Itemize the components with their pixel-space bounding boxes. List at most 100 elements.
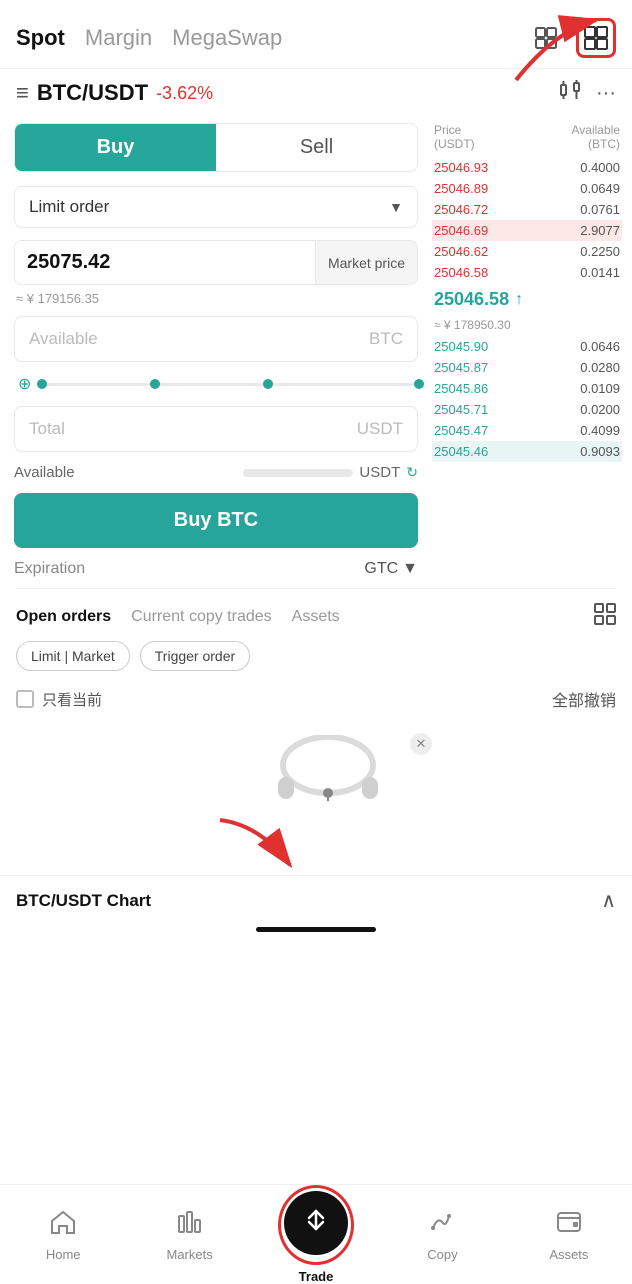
nav-home-label: Home	[46, 1247, 81, 1262]
sell-order-row[interactable]: 25046.89 0.0649	[432, 178, 622, 199]
orderbook-header: Price (USDT) Available (BTC)	[432, 123, 622, 151]
bottom-nav: Home Markets Trade	[0, 1184, 632, 1284]
slider-track[interactable]	[37, 383, 414, 386]
buy-amount-3: 0.0109	[580, 381, 620, 396]
tab-copy-trades[interactable]: Current copy trades	[131, 608, 272, 626]
trade-border	[278, 1185, 354, 1265]
gtc-value: GTC	[364, 560, 398, 578]
tab-open-orders[interactable]: Open orders	[16, 608, 111, 626]
buy-price-4: 25045.71	[434, 402, 488, 417]
home-icon	[49, 1208, 77, 1243]
sell-price-5: 25046.62	[434, 244, 488, 259]
mid-price-approx: ≈ ¥ 178950.30	[432, 316, 622, 336]
available-usdt-row: Available USDT ↻	[14, 464, 418, 481]
filter-tab-limit-market[interactable]: Limit | Market	[16, 641, 130, 671]
sell-price-1: 25046.93	[434, 160, 488, 175]
buy-order-row[interactable]: 25045.87 0.0280	[432, 357, 622, 378]
buy-amount-5: 0.4099	[580, 423, 620, 438]
more-icon[interactable]: ···	[596, 82, 616, 105]
sell-order-row-highlighted[interactable]: 25046.69 2.9077	[432, 220, 622, 241]
nav-markets[interactable]: Markets	[126, 1198, 252, 1272]
buy-sell-tabs: Buy Sell	[14, 123, 418, 172]
buy-btc-button[interactable]: Buy BTC	[14, 493, 418, 548]
sell-order-row[interactable]: 25046.62 0.2250	[432, 241, 622, 262]
left-panel: Buy Sell Limit order ▼ Market price ≈ ¥ …	[0, 123, 432, 578]
right-panel: Price (USDT) Available (BTC) 25046.93 0.…	[432, 123, 632, 578]
grid-icon-button[interactable]	[576, 18, 616, 58]
sell-order-row[interactable]: 25046.72 0.0761	[432, 199, 622, 220]
sell-order-row[interactable]: 25046.58 0.0141	[432, 262, 622, 283]
headphone-graphic	[268, 735, 388, 810]
sell-tab[interactable]: Sell	[216, 124, 417, 171]
market-price-button[interactable]: Market price	[315, 241, 417, 284]
order-tab-icon[interactable]	[594, 603, 616, 631]
arrow-annotation-bottom	[200, 815, 320, 875]
buy-price-1: 25045.90	[434, 339, 488, 354]
expiration-row: Expiration GTC ▼	[14, 560, 418, 578]
mid-price: 25046.58	[434, 289, 509, 310]
sell-price-6: 25046.58	[434, 265, 488, 280]
filter-tab-trigger[interactable]: Trigger order	[140, 641, 250, 671]
nav-markets-label: Markets	[166, 1247, 212, 1262]
buy-order-row-highlighted[interactable]: 25045.46 0.9093	[432, 441, 622, 462]
dropdown-arrow-icon: ▼	[389, 199, 403, 215]
only-current-checkbox[interactable]	[16, 690, 34, 708]
buy-amount-2: 0.0280	[580, 360, 620, 375]
buy-order-row[interactable]: 25045.71 0.0200	[432, 399, 622, 420]
gtc-select[interactable]: GTC ▼	[364, 560, 418, 578]
main-content: Buy Sell Limit order ▼ Market price ≈ ¥ …	[0, 113, 632, 588]
nav-copy[interactable]: Copy	[379, 1198, 505, 1272]
buy-order-row[interactable]: 25045.47 0.4099	[432, 420, 622, 441]
mid-price-arrow-icon: ↑	[515, 291, 523, 309]
chart-collapse-icon[interactable]: ∧	[601, 888, 616, 913]
buy-price-5: 25045.47	[434, 423, 488, 438]
sell-price-2: 25046.89	[434, 181, 488, 196]
candlestick-icon[interactable]	[558, 79, 582, 107]
buy-order-row[interactable]: 25045.86 0.0109	[432, 378, 622, 399]
slider-row[interactable]: ⊕	[14, 374, 418, 394]
buy-order-row[interactable]: 25045.90 0.0646	[432, 336, 622, 357]
nav-trade[interactable]: Trade	[253, 1175, 379, 1284]
sell-price-4: 25046.69	[434, 223, 488, 238]
nav-copy-label: Copy	[427, 1247, 457, 1262]
assets-icon	[555, 1208, 583, 1243]
sell-order-row[interactable]: 25046.93 0.4000	[432, 157, 622, 178]
total-currency: USDT	[357, 419, 403, 439]
home-indicator	[256, 927, 376, 932]
pair-change: -3.62%	[156, 83, 213, 104]
gtc-arrow-icon: ▼	[402, 560, 418, 578]
order-tabs-row: Open orders Current copy trades Assets	[16, 589, 616, 641]
sell-amount-6: 0.0141	[580, 265, 620, 280]
cancel-all-button[interactable]: 全部撤销	[552, 687, 616, 711]
only-current-label: 只看当前	[42, 689, 102, 710]
nav-assets-label: Assets	[549, 1247, 588, 1262]
slider-icon: ⊕	[18, 374, 31, 394]
arrow-down-container	[0, 815, 632, 875]
close-icon[interactable]: ✕	[410, 733, 432, 755]
buy-amount-4: 0.0200	[580, 402, 620, 417]
usdt-bar	[243, 469, 353, 477]
buy-amount-1: 0.0646	[580, 339, 620, 354]
chart-label-row: BTC/USDT Chart ∧	[0, 875, 632, 921]
tab-margin[interactable]: Margin	[85, 25, 152, 51]
header: Spot Margin MegaSwap	[0, 0, 632, 69]
usdt-transfer-icon[interactable]: ↻	[406, 464, 418, 481]
mid-price-row: 25046.58 ↑	[432, 283, 622, 316]
total-label: Total	[29, 419, 65, 439]
layout-icon-button[interactable]	[526, 18, 566, 58]
approx-value: ≈ ¥ 179156.35	[14, 291, 418, 306]
hamburger-icon[interactable]: ≡	[16, 80, 29, 106]
nav-home[interactable]: Home	[0, 1198, 126, 1272]
pair-name[interactable]: BTC/USDT	[37, 80, 148, 106]
nav-trade-label: Trade	[299, 1269, 334, 1284]
tab-assets[interactable]: Assets	[292, 608, 340, 626]
pair-icons: ···	[558, 79, 616, 107]
slider-dot	[37, 379, 47, 389]
price-input[interactable]	[15, 241, 315, 284]
buy-tab[interactable]: Buy	[15, 124, 216, 171]
order-type-select[interactable]: Limit order ▼	[14, 186, 418, 228]
tab-spot[interactable]: Spot	[16, 25, 65, 51]
nav-assets[interactable]: Assets	[506, 1198, 632, 1272]
tab-megaswap[interactable]: MegaSwap	[172, 25, 282, 51]
price-input-row: Market price	[14, 240, 418, 285]
